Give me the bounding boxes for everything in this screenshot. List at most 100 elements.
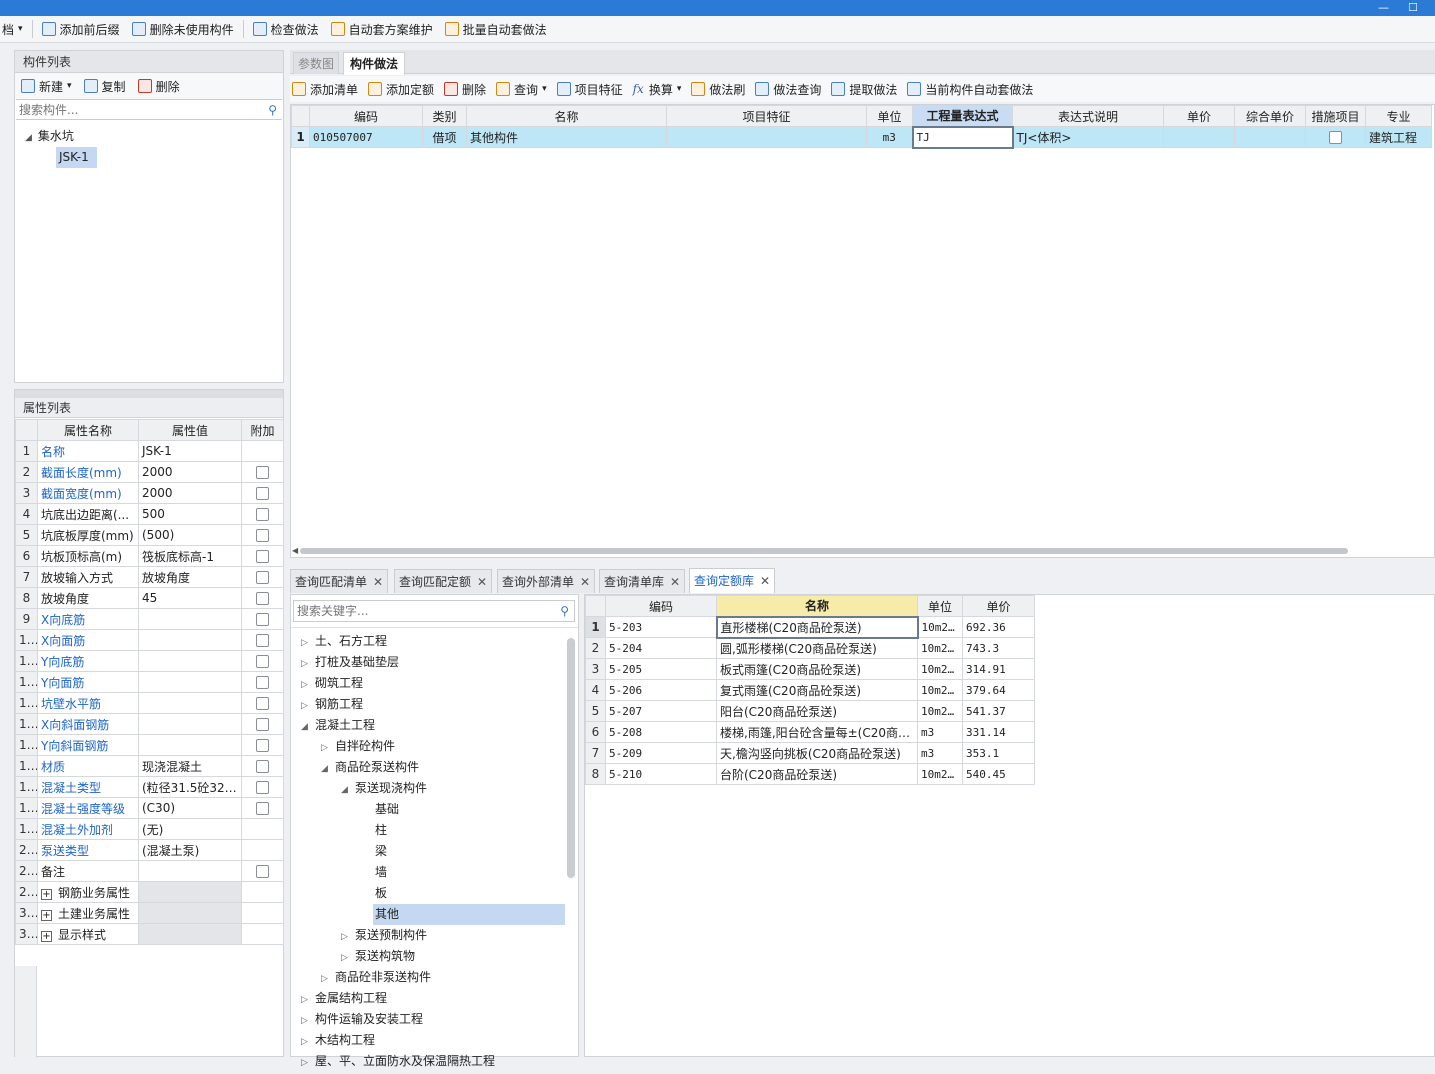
property-value[interactable] bbox=[138, 608, 242, 630]
cell-unit[interactable]: m3 bbox=[917, 721, 963, 743]
extra-checkbox[interactable] bbox=[256, 571, 269, 584]
tree-collapsed-icon[interactable]: ▷ bbox=[301, 696, 313, 717]
cell-name[interactable]: 天,檐沟竖向挑板(C20商品砼泵送) bbox=[716, 742, 918, 764]
cell-code[interactable]: 5-210 bbox=[605, 763, 717, 785]
tree-expanded-icon[interactable]: ◢ bbox=[25, 133, 32, 143]
cell-code[interactable]: 5-207 bbox=[605, 700, 717, 722]
add-quota-button[interactable]: 添加定额 bbox=[363, 78, 439, 100]
expand-plus-icon[interactable]: + bbox=[41, 909, 52, 921]
property-name[interactable]: 备注 bbox=[37, 860, 139, 882]
library-tree-node[interactable]: ▷ 自拌砼构件 bbox=[321, 736, 395, 757]
tree-collapsed-icon[interactable]: ▷ bbox=[341, 948, 353, 969]
tree-node-jsk1[interactable]: JSK-1 bbox=[56, 147, 97, 168]
cell-price[interactable]: 379.64 bbox=[962, 679, 1035, 701]
property-extra[interactable] bbox=[241, 776, 284, 798]
tree-collapsed-icon[interactable]: ▷ bbox=[301, 633, 313, 654]
cell-code[interactable]: 5-209 bbox=[605, 742, 717, 764]
property-name[interactable]: + 钢筋业务属性 bbox=[37, 881, 139, 903]
tab-match-list[interactable]: 查询匹配清单 ✕ bbox=[290, 569, 389, 593]
tab-quota-library[interactable]: 查询定额库 ✕ bbox=[689, 568, 776, 593]
property-extra[interactable] bbox=[241, 860, 284, 882]
extra-checkbox[interactable] bbox=[256, 802, 269, 815]
cell-name[interactable]: 台阶(C20商品砼泵送) bbox=[716, 763, 918, 785]
cell-category[interactable]: 借项 bbox=[422, 126, 467, 148]
property-row[interactable]: 33 + 土建业务属性 bbox=[15, 902, 284, 924]
property-extra[interactable] bbox=[241, 755, 284, 777]
cell-unit[interactable]: 10m2… bbox=[917, 763, 963, 785]
cell-name[interactable]: 复式雨篷(C20商品砼泵送) bbox=[716, 679, 918, 701]
extra-checkbox[interactable] bbox=[256, 487, 269, 500]
cell-code[interactable]: 010507007 bbox=[309, 126, 423, 148]
property-value[interactable]: 500 bbox=[138, 503, 242, 525]
extra-checkbox[interactable] bbox=[256, 865, 269, 878]
property-value[interactable] bbox=[138, 860, 242, 882]
property-value[interactable]: 筏板底标高-1 bbox=[138, 545, 242, 567]
library-tree-node[interactable]: ▷ 钢筋工程 bbox=[301, 694, 363, 715]
cell-code[interactable]: 5-204 bbox=[605, 637, 717, 659]
keyword-search-input[interactable] bbox=[297, 602, 574, 620]
property-name[interactable]: 放坡输入方式 bbox=[37, 566, 139, 588]
library-tree-node[interactable]: 其他 bbox=[361, 904, 565, 925]
extract-method-button[interactable]: 提取做法 bbox=[826, 78, 902, 100]
cell-code[interactable]: 5-208 bbox=[605, 721, 717, 743]
cell-price[interactable]: 692.36 bbox=[962, 616, 1035, 638]
library-tree-node[interactable]: ▷ 商品砼非泵送构件 bbox=[321, 967, 431, 988]
cell-specialty[interactable]: 建筑工程 bbox=[1365, 126, 1432, 148]
property-extra[interactable] bbox=[241, 692, 284, 714]
property-name[interactable]: 截面宽度(mm) bbox=[37, 482, 139, 504]
property-row[interactable]: 8 放坡角度 45 bbox=[15, 587, 284, 609]
quota-row[interactable]: 8 5-210 台阶(C20商品砼泵送) 10m2… 540.45 bbox=[585, 763, 1035, 785]
property-extra[interactable] bbox=[241, 671, 284, 693]
tree-collapsed-icon[interactable]: ▷ bbox=[341, 927, 353, 948]
cell-price[interactable] bbox=[1163, 126, 1235, 148]
cell-total-price[interactable] bbox=[1234, 126, 1306, 148]
property-row[interactable]: 4 坑底出边距离(... 500 bbox=[15, 503, 284, 525]
cell-name[interactable]: 直形楼梯(C20商品砼泵送) bbox=[715, 615, 919, 639]
library-tree-node[interactable]: 柱 bbox=[361, 820, 387, 841]
extra-checkbox[interactable] bbox=[256, 592, 269, 605]
quota-row[interactable]: 2 5-204 圆,弧形楼梯(C20商品砼泵送) 10m2… 743.3 bbox=[585, 637, 1035, 659]
property-extra[interactable] bbox=[241, 608, 284, 630]
property-name[interactable]: 坑板顶标高(m) bbox=[37, 545, 139, 567]
property-extra[interactable] bbox=[241, 713, 284, 735]
property-row[interactable]: 21 备注 bbox=[15, 860, 284, 882]
tree-collapsed-icon[interactable]: ▷ bbox=[301, 1011, 313, 1032]
quota-row[interactable]: 1 5-203 直形楼梯(C20商品砼泵送) 10m2… 692.36 bbox=[585, 615, 1035, 639]
property-name[interactable]: 坑壁水平筋 bbox=[37, 692, 139, 714]
property-row[interactable]: 9 X向底筋 bbox=[15, 608, 284, 630]
delete-unused-button[interactable]: 删除未使用构件 bbox=[126, 18, 240, 40]
cell-unit[interactable]: 10m2… bbox=[917, 637, 963, 659]
property-extra[interactable] bbox=[241, 629, 284, 651]
property-row[interactable]: 6 坑板顶标高(m) 筏板底标高-1 bbox=[15, 545, 284, 567]
extra-checkbox[interactable] bbox=[256, 466, 269, 479]
expand-plus-icon[interactable]: + bbox=[41, 888, 52, 900]
property-value[interactable]: 2000 bbox=[138, 482, 242, 504]
auto-method-current-button[interactable]: 当前构件自动套做法 bbox=[902, 78, 1038, 100]
property-value[interactable]: 放坡角度 bbox=[138, 566, 242, 588]
extra-checkbox[interactable] bbox=[256, 781, 269, 794]
property-row[interactable]: 12 Y向面筋 bbox=[15, 671, 284, 693]
scroll-left-icon[interactable]: ◀ bbox=[292, 546, 298, 555]
tab-external-list[interactable]: 查询外部清单 ✕ bbox=[497, 569, 596, 593]
property-row[interactable]: 16 材质 现浇混凝土 bbox=[15, 755, 284, 777]
tab-list-library[interactable]: 查询清单库 ✕ bbox=[599, 569, 686, 593]
property-name[interactable]: 截面长度(mm) bbox=[37, 461, 139, 483]
tree-collapsed-icon[interactable]: ▷ bbox=[301, 1032, 313, 1053]
property-row[interactable]: 2 截面长度(mm) 2000 bbox=[15, 461, 284, 483]
quota-row[interactable]: 6 5-208 楼梯,雨篷,阳台砼含量每±(C20商… m3 331.14 bbox=[585, 721, 1035, 743]
cell-unit[interactable]: 10m2… bbox=[917, 616, 963, 638]
item-feature-button[interactable]: 项目特征 bbox=[552, 78, 628, 100]
library-tree-node[interactable]: 梁 bbox=[361, 841, 387, 862]
batch-auto-method-button[interactable]: 批量自动套做法 bbox=[439, 18, 553, 40]
property-row[interactable]: 15 Y向斜面钢筋 bbox=[15, 734, 284, 756]
library-tree-node[interactable]: ▷ 木结构工程 bbox=[301, 1030, 375, 1051]
extra-checkbox[interactable] bbox=[256, 613, 269, 626]
tree-collapsed-icon[interactable]: ▷ bbox=[301, 990, 313, 1011]
extra-checkbox[interactable] bbox=[256, 655, 269, 668]
tree-expanded-icon[interactable]: ◢ bbox=[301, 717, 313, 738]
library-tree-node[interactable]: ▷ 泵送预制构件 bbox=[341, 925, 427, 946]
tab-param-diagram[interactable]: 参数图 bbox=[293, 52, 340, 74]
tab-component-method[interactable]: 构件做法 bbox=[343, 52, 406, 75]
library-tree-node[interactable]: 板 bbox=[361, 883, 387, 904]
property-row[interactable]: 10 X向面筋 bbox=[15, 629, 284, 651]
